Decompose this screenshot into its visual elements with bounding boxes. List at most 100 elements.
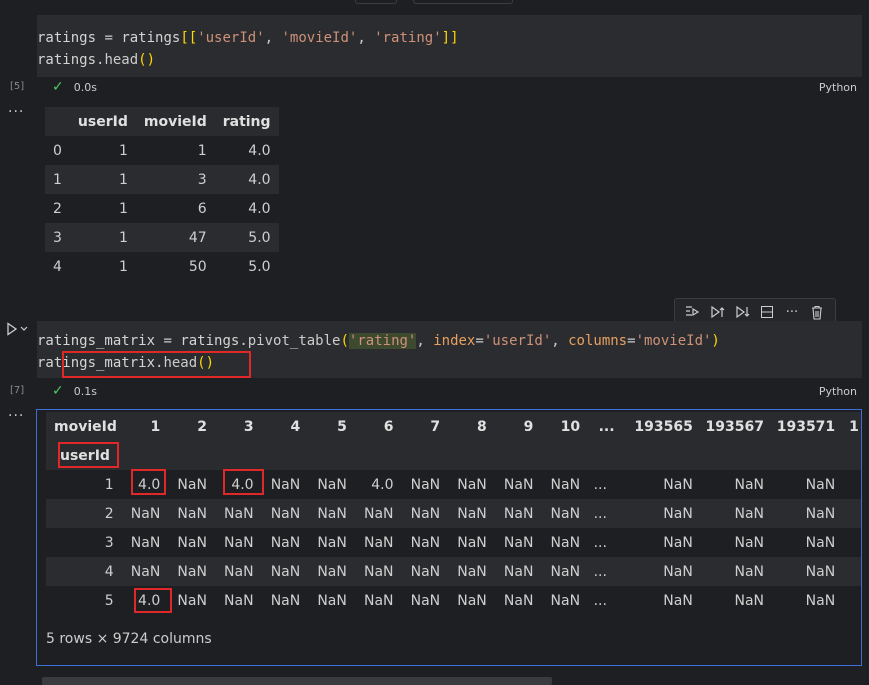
execute-below-icon[interactable] [734,303,752,321]
table-header: 193571 [770,412,842,441]
table-row: 0 1 1 4.0 [53,142,271,159]
table-cell: NaN [399,499,447,528]
table-row: 1 4.0 NaN 4.0 NaN NaN 4.0 NaN NaN NaN NaN... NaN NaN… [46,470,861,499]
run-cell-button[interactable] [6,322,28,340]
table-cell: ... [593,476,607,493]
row-index: 5 [104,592,114,609]
table-header: 8 [446,412,493,441]
code-line: ratings_matrix = ratings.pivot_table('ra… [37,333,720,349]
language-label[interactable]: Python [819,81,857,94]
table-cell: NaN [270,534,301,551]
table-row: 4 NaN NaN NaN NaN NaN NaN NaN NaN NaN NaN... NaN NaN… [46,557,861,586]
table-cell: NaN [457,534,487,551]
table-cell: NaN [805,476,836,493]
table-cell: NaN [457,592,487,609]
table-header: 9 [492,412,540,441]
table-cell: NaN [317,534,347,551]
split-cell-icon[interactable] [758,303,776,321]
table-cell: NaN [550,592,581,609]
check-icon: ✓ [52,383,64,399]
table-cell: ... [593,534,607,551]
table-cell: NaN [698,499,770,528]
table-header: 3 [212,412,260,441]
table-cell: NaN [805,534,836,551]
table-cell: NaN [446,499,493,528]
table-cell: NaN [503,592,534,609]
table-cell: NaN [317,476,347,493]
table-cell: NaN [663,592,693,609]
table-cell: NaN [177,534,207,551]
run-by-line-icon[interactable] [684,303,702,321]
table-cell: NaN [363,592,394,609]
highlight-box [62,351,251,378]
execution-time: 0.0s [73,80,97,94]
output-table: userId movieId rating 0 1 1 4.0 1 1 3 4.0 2164… [45,107,279,281]
table-cell: NaN [166,557,213,586]
highlight-box [131,469,166,495]
output-menu-icon[interactable]: ··· [8,408,24,424]
cell-status: ✓ 0.0s [52,79,97,95]
table-header: 193567 [698,412,770,441]
table-header: rating [214,107,279,136]
tab-stub-left[interactable] [355,0,397,4]
table-row: 2 1 6 4.0 [53,200,271,217]
table-cell: NaN [663,534,693,551]
table-cell: NaN [306,499,353,528]
highlight-box [134,588,172,613]
table-cell: NaN [770,499,842,528]
table-cell: ... [586,557,621,586]
table-header: 193565 [620,412,699,441]
table-cell: NaN [270,476,301,493]
more-icon[interactable]: ··· [783,303,801,321]
table-cell: NaN [620,557,699,586]
output-area: movieId 1 2 3 4 5 6 7 8 9 10 ... 193565 … [36,409,862,666]
table-cell: NaN [805,592,836,609]
table-cell: NaN [119,499,167,528]
table-header: 5 [306,412,353,441]
language-label[interactable]: Python [819,385,857,398]
table-cell: NaN [539,499,587,528]
table-header [45,107,70,136]
table-row: 1 1 3 4.0 [45,165,279,194]
table-cell: NaN [492,557,540,586]
table-cell: NaN [620,499,699,528]
table-cell: NaN [410,534,441,551]
table-cell: NaN [166,499,213,528]
table-header: movieId [135,107,215,136]
table-cell: NaN [457,476,487,493]
pivot-table: movieId 1 2 3 4 5 6 7 8 9 10 ... 193565 … [46,412,861,615]
table-cell: NaN [663,476,693,493]
table-cell: NaN [770,557,842,586]
table-row: 3 1 47 5.0 [45,223,279,252]
table-cell: NaN [212,499,260,528]
table-header-row: movieId 1 2 3 4 5 6 7 8 9 10 ... 193565 … [46,412,861,441]
delete-icon[interactable] [808,303,826,321]
table-cell: NaN [550,534,581,551]
table-cell: NaN [492,499,540,528]
output-menu-icon[interactable]: ··· [8,104,24,120]
cell-status: ✓ 0.1s [52,383,97,399]
tab-stub-right[interactable] [413,0,513,4]
row-index: 4 [46,557,120,586]
code-line: ratings.head() [37,52,156,68]
horizontal-scrollbar[interactable] [42,677,552,685]
table-cell: NaN [503,534,534,551]
table-cell: NaN [259,557,307,586]
execution-count: [5] [10,81,25,92]
table-cell: NaN [352,557,400,586]
table-cell: NaN [352,499,400,528]
table-row: 4 1 50 5.0 [53,258,271,275]
table-header: 4 [259,412,307,441]
execute-above-icon[interactable] [709,303,727,321]
table-cell: NaN [734,592,764,609]
table-cell: NaN [503,476,534,493]
table-cell: NaN [212,557,260,586]
table-cell: NaN [177,476,207,493]
table-cell: NaN [734,476,764,493]
table-cell: NaN [224,592,254,609]
row-index: 2 [46,499,120,528]
row-index: 3 [104,534,114,551]
execution-time: 0.1s [73,384,97,398]
table-cell: NaN [399,557,447,586]
table-cell: ... [586,499,621,528]
